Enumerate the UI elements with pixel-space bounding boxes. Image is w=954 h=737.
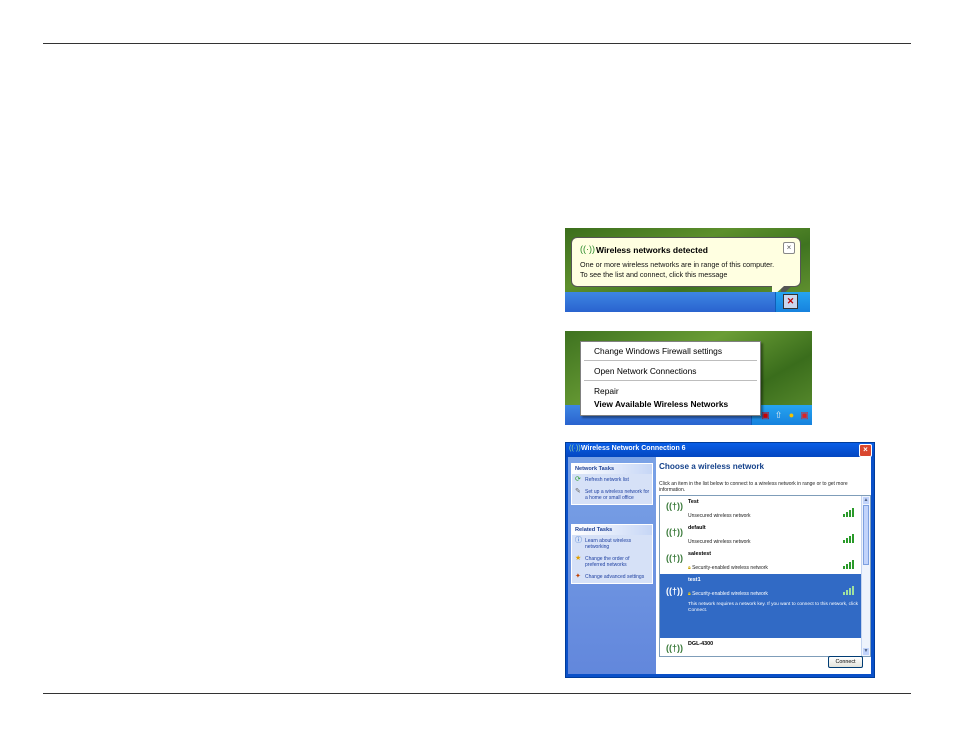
task-label: Change the order of preferred networks: [585, 556, 630, 568]
network-name: salestest: [688, 551, 712, 557]
network-name: default: [688, 525, 706, 531]
notification-balloon[interactable]: ((·)) Wireless networks detected × One o…: [571, 237, 801, 297]
task-advanced-settings[interactable]: ✦ Change advanced settings: [572, 571, 652, 583]
task-pane: Network Tasks ⟳ Refresh network list ✎ S…: [568, 457, 656, 674]
connect-button[interactable]: Connect: [828, 656, 863, 668]
antenna-icon: ((†)): [666, 586, 683, 596]
network-item-test[interactable]: ((†)) Test Unsecured wireless network: [660, 496, 861, 522]
security-shield-icon[interactable]: ●: [786, 410, 797, 421]
network-name: test1: [688, 577, 701, 583]
network-status: Unsecured wireless network: [688, 513, 751, 519]
network-item-test1[interactable]: ((†)) test1 🔒︎ Security-enabled wireless…: [660, 574, 861, 638]
wireless-icon: ((·)): [580, 244, 595, 254]
network-tasks-panel: Network Tasks ⟳ Refresh network list ✎ S…: [571, 463, 653, 505]
main-pane: Choose a wireless network Click an item …: [656, 457, 871, 674]
network-tasks-header: Network Tasks: [572, 464, 652, 474]
network-list-scrollbar[interactable]: ▲ ▼: [861, 496, 870, 656]
context-menu-screenshot: ▣ ⇧ ● ▣ Change Windows Firewall settings…: [565, 331, 812, 425]
wireless-icon: ((·)): [569, 445, 581, 452]
antenna-icon: ((†)): [666, 501, 683, 511]
tray-context-menu: Change Windows Firewall settings Open Ne…: [580, 341, 761, 416]
wireless-dialog-screenshot: ((·)) Wireless Network Connection 6 × Ne…: [565, 442, 875, 678]
network-name: Test: [688, 499, 699, 505]
network-item-salestest[interactable]: ((†)) salestest 🔒︎ Security-enabled wire…: [660, 548, 861, 574]
network-item-default[interactable]: ((†)) default Unsecured wireless network: [660, 522, 861, 548]
task-label: Set up a wireless network for a home or …: [585, 489, 650, 501]
network-item-dgl-4300[interactable]: ((†)) DGL-4300: [660, 638, 861, 656]
system-tray: ✕: [775, 292, 810, 312]
dialog-close-button[interactable]: ×: [859, 444, 872, 457]
task-change-order[interactable]: ★ Change the order of preferred networks: [572, 553, 652, 571]
dialog-title: Wireless Network Connection 6: [581, 445, 686, 452]
balloon-message: One or more wireless networks are in ran…: [580, 260, 795, 279]
scroll-thumb[interactable]: [863, 505, 869, 565]
arrow-up-icon[interactable]: ⇧: [773, 410, 784, 421]
signal-strength-icon: [843, 508, 857, 517]
related-tasks-header: Related Tasks: [572, 525, 652, 535]
taskbar: [565, 292, 810, 312]
balloon-line-2: To see the list and connect, click this …: [580, 269, 728, 279]
network-status: 🔒︎ Security-enabled wireless network: [688, 591, 768, 597]
balloon-title: Wireless networks detected: [596, 245, 708, 255]
menu-item-firewall[interactable]: Change Windows Firewall settings: [594, 346, 722, 356]
menu-separator: [584, 360, 757, 361]
task-setup-wireless[interactable]: ✎ Set up a wireless network for a home o…: [572, 486, 652, 504]
network-status-text: Security-enabled wireless network: [692, 565, 768, 571]
refresh-icon: ⟳: [575, 476, 581, 483]
signal-strength-icon: [843, 586, 857, 595]
network-list: ((†)) Test Unsecured wireless network ((…: [659, 495, 871, 657]
task-label: Learn about wireless networking: [585, 538, 632, 550]
balloon-screenshot: ((·)) Wireless networks detected × One o…: [565, 228, 810, 312]
balloon-close-button[interactable]: ×: [783, 242, 795, 254]
scroll-up-icon[interactable]: ▲: [863, 497, 869, 504]
balloon-line-1: One or more wireless networks are in ran…: [580, 260, 775, 269]
task-label: Change advanced settings: [585, 574, 645, 580]
network-status: 🔒︎ Security-enabled wireless network: [688, 565, 768, 571]
antenna-icon: ((†)): [666, 553, 683, 563]
network-description: This network requires a network key. If …: [688, 602, 859, 613]
wireless-tray-icon[interactable]: ✕: [783, 294, 798, 309]
network-status: Unsecured wireless network: [688, 539, 751, 545]
info-icon: ⓘ: [575, 537, 582, 544]
settings-icon: ✦: [575, 573, 581, 580]
task-refresh-network-list[interactable]: ⟳ Refresh network list: [572, 474, 652, 486]
network-status-text: Security-enabled wireless network: [692, 591, 768, 597]
menu-item-network-connections[interactable]: Open Network Connections: [594, 366, 696, 376]
antenna-icon: ((†)): [666, 527, 683, 537]
related-tasks-panel: Related Tasks ⓘ Learn about wireless net…: [571, 524, 653, 584]
dialog-titlebar[interactable]: ((·)) Wireless Network Connection 6 ×: [566, 443, 874, 457]
task-learn-wireless[interactable]: ⓘ Learn about wireless networking: [572, 535, 652, 553]
network-tray-icon[interactable]: ▣: [760, 410, 771, 421]
network-name: DGL-4300: [688, 641, 714, 647]
menu-item-repair[interactable]: Repair: [594, 386, 619, 396]
menu-item-view-wireless[interactable]: View Available Wireless Networks: [594, 399, 728, 409]
bottom-rule: [43, 693, 911, 694]
menu-separator: [584, 380, 757, 381]
task-label: Refresh network list: [585, 477, 629, 483]
scroll-down-icon[interactable]: ▼: [863, 648, 869, 655]
star-icon: ★: [575, 555, 582, 562]
signal-strength-icon: [843, 560, 857, 569]
main-title: Choose a wireless network: [659, 462, 765, 471]
wireless-tray-icon[interactable]: ▣: [799, 410, 810, 421]
setup-icon: ✎: [575, 488, 581, 495]
main-description: Click an item in the list below to conne…: [659, 481, 848, 493]
top-rule: [43, 43, 911, 44]
signal-strength-icon: [843, 534, 857, 543]
antenna-icon: ((†)): [666, 643, 683, 653]
